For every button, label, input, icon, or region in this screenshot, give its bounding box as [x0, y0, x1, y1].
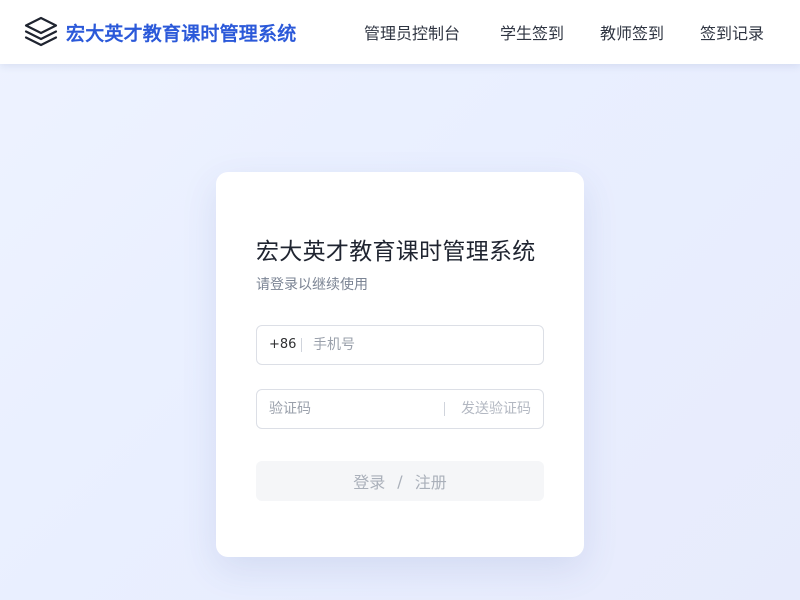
country-code-prefix: +86 — [269, 337, 297, 352]
nav-item-student-checkin[interactable]: 学生签到 — [500, 20, 564, 44]
phone-field: +86 — [256, 325, 544, 365]
nav-item-teacher-checkin[interactable]: 教师签到 — [600, 20, 664, 44]
verification-code-field: 发送验证码 — [256, 389, 544, 429]
main-nav: 管理员控制台 学生签到 教师签到 签到记录 — [364, 0, 800, 64]
brand[interactable]: 宏大英才教育课时管理系统 — [24, 16, 296, 48]
code-divider — [444, 402, 445, 416]
nav-item-admin-console[interactable]: 管理员控制台 — [364, 20, 460, 44]
send-code-button[interactable]: 发送验证码 — [461, 390, 531, 428]
login-label: 登录 — [353, 473, 386, 492]
layers-stack-icon — [24, 16, 58, 47]
login-card: 宏大英才教育课时管理系统 请登录以继续使用 +86 发送验证码 登录 / 注册 — [216, 172, 584, 557]
login-title: 宏大英才教育课时管理系统 — [256, 239, 536, 265]
prefix-divider — [301, 338, 302, 352]
login-register-button[interactable]: 登录 / 注册 — [256, 461, 544, 501]
label-separator: / — [397, 471, 403, 491]
app-title: 宏大英才教育课时管理系统 — [66, 22, 297, 45]
nav-item-checkin-records[interactable]: 签到记录 — [700, 20, 764, 44]
register-label: 注册 — [414, 473, 447, 492]
verification-code-input[interactable] — [269, 390, 434, 428]
phone-input[interactable] — [313, 326, 533, 364]
top-navbar: 宏大英才教育课时管理系统 管理员控制台 学生签到 教师签到 签到记录 — [0, 0, 800, 64]
login-subtitle: 请登录以继续使用 — [256, 277, 368, 293]
